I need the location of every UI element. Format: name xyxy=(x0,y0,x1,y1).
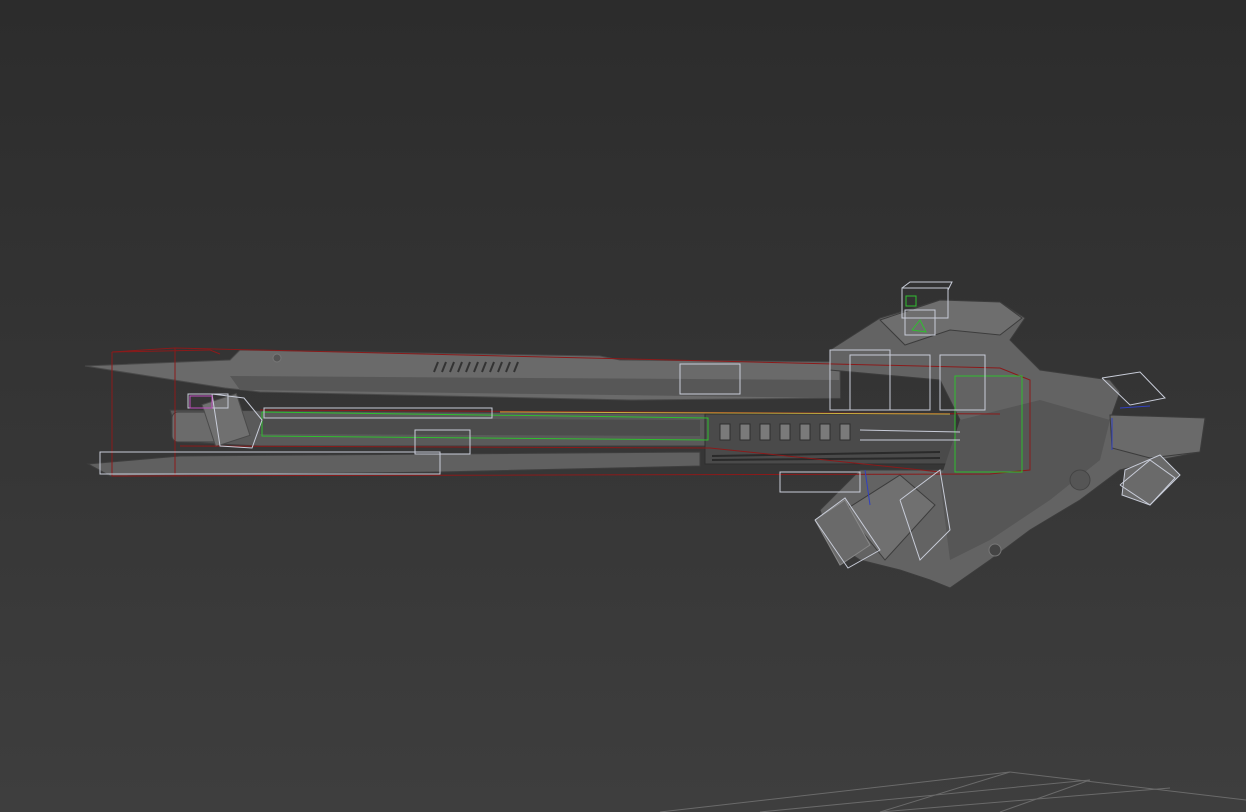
under-rail[interactable] xyxy=(86,451,701,477)
viewport-canvas[interactable] xyxy=(0,0,1246,812)
home-grid xyxy=(659,771,1246,812)
trigger-pivot xyxy=(988,543,1002,557)
stock-butt[interactable] xyxy=(1109,414,1206,459)
receiver-screw xyxy=(1069,469,1091,491)
3d-viewport[interactable] xyxy=(0,0,1246,812)
shroud-bolt xyxy=(272,353,282,363)
barrel-inner-channel xyxy=(260,418,700,436)
spring-coils xyxy=(719,423,851,441)
